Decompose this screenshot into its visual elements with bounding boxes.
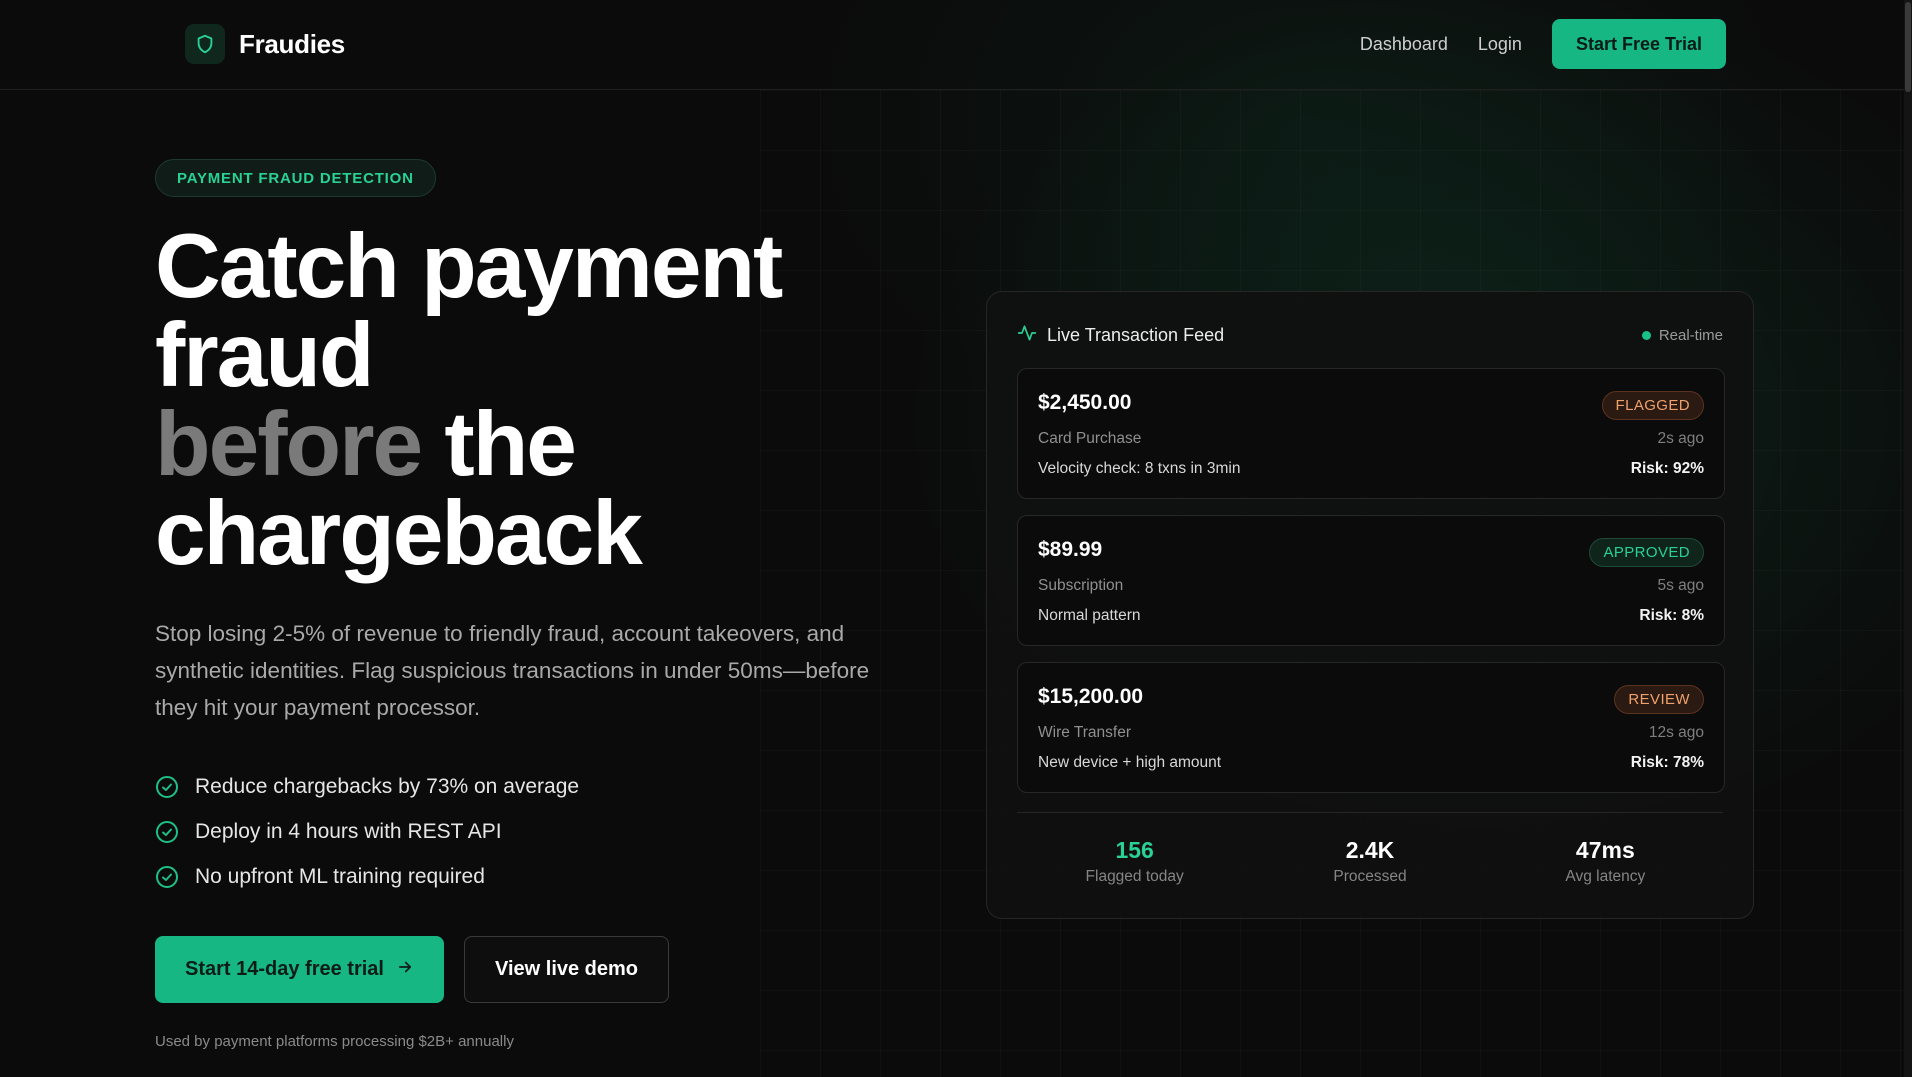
realtime-label: Real-time <box>1658 326 1723 344</box>
feed-header: Live Transaction Feed Real-time <box>1017 320 1723 350</box>
transaction-time: 12s ago <box>1648 724 1704 741</box>
feature-item: Reduce chargebacks by 73% on average <box>155 764 579 809</box>
feature-list: Reduce chargebacks by 73% on average Dep… <box>155 764 579 899</box>
status-badge: FLAGGED <box>1601 391 1704 420</box>
transaction-type: Wire Transfer <box>1038 724 1132 741</box>
hero-headline: Catch payment fraud before the chargebac… <box>155 221 915 579</box>
activity-icon <box>1017 323 1037 348</box>
headline-line-4: chargeback <box>155 483 643 584</box>
feature-item: Deploy in 4 hours with REST API <box>155 809 579 854</box>
headline-line-1: Catch payment <box>155 216 783 317</box>
scrollbar-thumb[interactable] <box>1905 2 1911 92</box>
transaction-amount: $2,450.00 <box>1038 391 1132 414</box>
nav-dashboard-link[interactable]: Dashboard <box>1360 34 1448 55</box>
feature-text: No upfront ML training required <box>195 864 485 888</box>
realtime-indicator: Real-time <box>1641 326 1723 344</box>
transaction-type: Subscription <box>1038 577 1124 594</box>
headline-line-3: the <box>421 394 577 495</box>
status-badge: REVIEW <box>1614 685 1704 714</box>
page: Fraudies Dashboard Login Start Free Tria… <box>0 0 1912 1077</box>
start-free-trial-button[interactable]: Start Free Trial <box>1551 19 1726 69</box>
shield-icon <box>185 24 225 64</box>
nav-login-link[interactable]: Login <box>1478 34 1522 55</box>
transaction-card[interactable]: $89.99 APPROVED Subscription 5s ago Norm… <box>1017 515 1725 646</box>
risk-score: Risk: 8% <box>1639 607 1704 624</box>
stat-label: Processed <box>1333 868 1407 885</box>
stat-value: 156 <box>1115 837 1154 863</box>
stat-latency: 47ms Avg latency <box>1488 837 1723 886</box>
hero-subhead: Stop losing 2-5% of revenue to friendly … <box>155 621 870 720</box>
transaction-note: Normal pattern <box>1038 607 1141 624</box>
feed-divider <box>1017 812 1723 813</box>
page-scrollbar[interactable] <box>1904 0 1912 1077</box>
stat-processed: 2.4K Processed <box>1252 837 1487 886</box>
feature-item: No upfront ML training required <box>155 854 579 899</box>
feature-text: Reduce chargebacks by 73% on average <box>195 774 580 798</box>
transaction-card[interactable]: $2,450.00 FLAGGED Card Purchase 2s ago V… <box>1017 368 1725 499</box>
check-circle-icon <box>155 865 179 889</box>
transaction-amount: $15,200.00 <box>1038 685 1144 708</box>
view-demo-button[interactable]: View live demo <box>463 936 670 1003</box>
feature-text: Deploy in 4 hours with REST API <box>195 819 502 843</box>
transaction-amount: $89.99 <box>1038 538 1103 561</box>
feed-stats: 156 Flagged today 2.4K Processed 47ms Av… <box>1017 837 1723 886</box>
live-transaction-feed: Live Transaction Feed Real-time $2,450.0… <box>986 291 1754 919</box>
transaction-note: Velocity check: 8 txns in 3min <box>1038 460 1241 477</box>
headline-emphasis: before <box>155 394 423 495</box>
status-badge: APPROVED <box>1589 538 1704 567</box>
start-trial-cta-button[interactable]: Start 14-day free trial <box>155 936 444 1003</box>
start-trial-cta-label: Start 14-day free trial <box>185 958 384 980</box>
category-badge: PAYMENT FRAUD DETECTION <box>155 159 436 197</box>
social-proof-text: Used by payment platforms processing $2B… <box>155 1033 514 1050</box>
feed-title: Live Transaction Feed <box>1047 324 1225 345</box>
brand[interactable]: Fraudies <box>185 24 345 64</box>
transaction-note: New device + high amount <box>1038 754 1222 771</box>
check-circle-icon <box>155 820 179 844</box>
brand-name: Fraudies <box>239 28 345 59</box>
nav-links: Dashboard Login Start Free Trial <box>1360 19 1726 69</box>
stat-value: 47ms <box>1575 837 1635 863</box>
arrow-right-icon <box>396 958 414 982</box>
risk-score: Risk: 92% <box>1630 460 1704 477</box>
stat-flagged: 156 Flagged today <box>1017 837 1252 886</box>
stat-label: Avg latency <box>1565 868 1646 885</box>
stat-label: Flagged today <box>1085 868 1184 885</box>
check-circle-icon <box>155 775 179 799</box>
top-nav: Fraudies Dashboard Login Start Free Tria… <box>0 0 1912 90</box>
headline-line-2: fraud <box>155 305 374 406</box>
cta-row: Start 14-day free trial View live demo <box>155 936 670 1003</box>
transaction-type: Card Purchase <box>1038 430 1142 447</box>
transaction-card[interactable]: $15,200.00 REVIEW Wire Transfer 12s ago … <box>1017 662 1725 793</box>
live-dot-icon <box>1641 330 1651 340</box>
transaction-time: 2s ago <box>1657 430 1704 447</box>
transaction-time: 5s ago <box>1657 577 1704 594</box>
stat-value: 2.4K <box>1345 837 1395 863</box>
feed-title-wrap: Live Transaction Feed <box>1017 323 1224 348</box>
risk-score: Risk: 78% <box>1630 754 1704 771</box>
